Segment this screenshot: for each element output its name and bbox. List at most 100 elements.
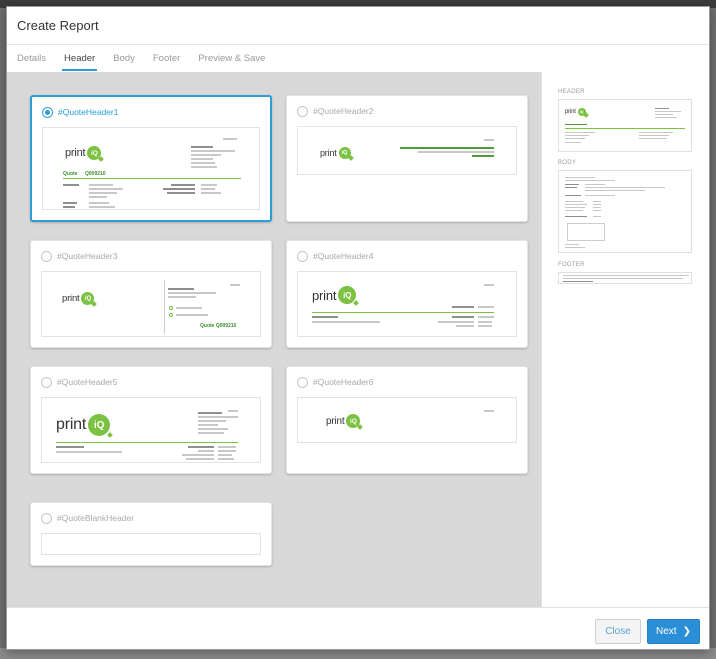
preview-text-line bbox=[452, 316, 474, 318]
template-name: #QuoteHeader2 bbox=[313, 106, 374, 116]
template-card-quoteblankheader[interactable]: #QuoteBlankHeader bbox=[30, 502, 272, 566]
next-button-label: Next bbox=[656, 626, 677, 637]
preview-quote-number: Quote Q009210 bbox=[200, 323, 237, 329]
preview-text-line bbox=[218, 450, 236, 452]
preview-quote-label: Quote bbox=[63, 171, 78, 177]
template-preview: print iQ bbox=[297, 397, 517, 443]
preview-text-line bbox=[89, 202, 109, 204]
preview-text-line bbox=[639, 132, 673, 133]
template-radio[interactable] bbox=[297, 251, 308, 262]
preview-text-line bbox=[565, 187, 577, 188]
preview-text-line bbox=[565, 180, 615, 181]
preview-text-line bbox=[593, 210, 601, 211]
preview-text-line bbox=[168, 292, 216, 294]
preview-text-line bbox=[565, 210, 583, 211]
preview-divider bbox=[56, 442, 238, 443]
chevron-right-icon: ❯ bbox=[682, 626, 691, 637]
preview-text-line bbox=[585, 195, 615, 196]
footer-preview-thumbnail bbox=[558, 272, 692, 284]
preview-text-line bbox=[89, 196, 107, 198]
preview-text-line bbox=[484, 139, 494, 141]
dialog-title: Create Report bbox=[17, 18, 99, 33]
preview-text-line bbox=[565, 204, 587, 205]
preview-text-line bbox=[585, 187, 665, 188]
template-name: #QuoteHeader5 bbox=[57, 377, 118, 387]
preview-text-line bbox=[230, 284, 240, 286]
preview-text-line bbox=[191, 162, 215, 164]
print-iq-logo: print iQ bbox=[65, 146, 102, 160]
preview-text-line bbox=[188, 446, 214, 448]
template-preview: print iQ bbox=[41, 397, 261, 463]
print-iq-logo: print iQ bbox=[56, 414, 111, 436]
tab-preview-save[interactable]: Preview & Save bbox=[198, 53, 265, 71]
preview-divider bbox=[63, 178, 241, 179]
preview-text-line bbox=[472, 155, 494, 157]
preview-text-line bbox=[198, 432, 224, 434]
template-radio[interactable] bbox=[297, 377, 308, 388]
preview-text-line bbox=[400, 147, 494, 149]
preview-text-line bbox=[198, 412, 222, 414]
preview-text-line bbox=[63, 184, 79, 186]
preview-text-line bbox=[186, 458, 214, 460]
template-name: #QuoteHeader3 bbox=[57, 251, 118, 261]
preview-text-line bbox=[176, 307, 202, 309]
template-card-quoteheader5[interactable]: #QuoteHeader5 print iQ bbox=[30, 366, 272, 474]
template-name: #QuoteHeader1 bbox=[58, 107, 119, 117]
close-button[interactable]: Close bbox=[595, 619, 641, 644]
preview-text-line bbox=[438, 321, 474, 323]
tab-footer[interactable]: Footer bbox=[153, 53, 180, 71]
preview-text-line bbox=[565, 142, 581, 143]
template-radio[interactable] bbox=[41, 513, 52, 524]
preview-text-line bbox=[452, 306, 474, 308]
preview-text-line bbox=[418, 151, 494, 153]
tab-body[interactable]: Body bbox=[113, 53, 135, 71]
preview-text-line bbox=[565, 184, 579, 185]
preview-text-line bbox=[89, 184, 113, 186]
preview-text-line bbox=[565, 247, 585, 248]
preview-text-line bbox=[565, 244, 579, 245]
template-card-quoteheader4[interactable]: #QuoteHeader4 print iQ bbox=[286, 240, 528, 348]
template-gallery: #QuoteHeader1 print iQ Quote Q009210 #Qu… bbox=[7, 72, 541, 607]
header-preview-thumbnail: print iQ bbox=[558, 99, 692, 152]
preview-text-line bbox=[478, 306, 494, 308]
next-button[interactable]: Next ❯ bbox=[647, 619, 700, 644]
preview-text-line bbox=[89, 206, 115, 208]
template-card-quoteheader3[interactable]: #QuoteHeader3 print iQ Quote Q009210 bbox=[30, 240, 272, 348]
template-card-quoteheader6[interactable]: #QuoteHeader6 print iQ bbox=[286, 366, 528, 474]
close-button-label: Close bbox=[605, 626, 631, 637]
tab-header[interactable]: Header bbox=[62, 53, 98, 71]
template-radio[interactable] bbox=[42, 107, 53, 118]
preview-text-line bbox=[223, 138, 237, 140]
template-card-quoteheader2[interactable]: #QuoteHeader2 print iQ bbox=[286, 95, 528, 222]
template-radio[interactable] bbox=[41, 251, 52, 262]
template-preview bbox=[41, 533, 261, 555]
preview-text-line bbox=[191, 154, 221, 156]
template-card-quoteheader1[interactable]: #QuoteHeader1 print iQ Quote Q009210 bbox=[30, 95, 272, 222]
title-divider bbox=[7, 44, 709, 45]
preview-text-line bbox=[228, 410, 238, 412]
template-radio[interactable] bbox=[41, 377, 52, 388]
print-iq-logo: print iQ bbox=[326, 414, 361, 428]
preview-text-line bbox=[565, 207, 585, 208]
preview-quote-number: Q009210 bbox=[85, 171, 106, 177]
preview-text-line bbox=[655, 108, 669, 109]
preview-text-line bbox=[478, 321, 492, 323]
report-preview-panel: HEADER print iQ BODY FOOTER bbox=[541, 72, 709, 607]
preview-text-line bbox=[565, 135, 589, 136]
template-name: #QuoteHeader6 bbox=[313, 377, 374, 387]
preview-text-line bbox=[201, 184, 217, 186]
tab-details[interactable]: Details bbox=[17, 53, 46, 71]
preview-text-line bbox=[565, 201, 583, 202]
template-preview: print iQ bbox=[297, 126, 517, 175]
template-radio[interactable] bbox=[297, 106, 308, 117]
preview-text-line bbox=[198, 450, 214, 452]
preview-text-line bbox=[198, 428, 228, 430]
preview-text-line bbox=[198, 416, 238, 418]
preview-footer-label: FOOTER bbox=[558, 262, 585, 268]
preview-text-line bbox=[198, 420, 226, 422]
preview-text-line bbox=[89, 188, 123, 190]
preview-text-line bbox=[168, 296, 196, 298]
preview-text-line bbox=[484, 284, 494, 286]
preview-text-line bbox=[565, 138, 585, 139]
wizard-tabs: Details Header Body Footer Preview & Sav… bbox=[17, 53, 283, 71]
